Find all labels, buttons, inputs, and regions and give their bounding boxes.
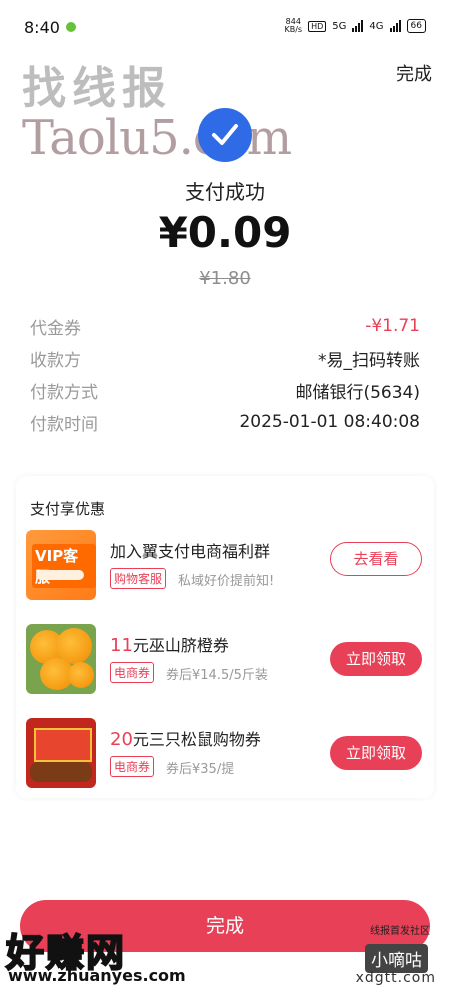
promo-item-title: 加入翼支付电商福利群 [110,542,271,561]
detail-row-payee: 收款方 *易_扫码转账 [30,342,420,374]
promo-item-tag: 购物客服 [110,568,167,589]
payment-result-page: 8:40 844 KB/s HD 5G 4G 66 找线报 Taolu5.com… [0,0,450,1000]
network-type-2: 4G [369,20,384,32]
signal-icon-2 [389,20,401,32]
network-type-1: 5G [332,20,347,32]
promo-item-group[interactable]: VIP客服 加入翼支付电商福利群 购物客服 私域好价提前知! 去看看 [26,530,422,604]
detail-value: *易_扫码转账 [318,350,420,371]
coupon-title: 元三只松鼠购物券 [132,730,261,749]
coupon-title: 元巫山脐橙券 [132,636,229,655]
watermark-top-cn: 找线报 [22,63,172,114]
watermark-bottom-right-mid: 小嘀咕 [365,944,428,973]
detail-row-time: 付款时间 2025-01-01 08:40:08 [30,406,420,438]
detail-label: 付款时间 [30,414,98,435]
vip-service-thumbnail: VIP客服 [26,530,96,600]
network-speed-unit: KB/s [284,25,303,34]
status-bar: 8:40 844 KB/s HD 5G 4G 66 [0,0,450,56]
success-check-icon [198,108,252,162]
gift-box-thumbnail [26,718,96,788]
network-speed: 844 KB/s [285,18,303,34]
claim-button[interactable]: 立即领取 [330,642,422,676]
coupon-value: 11 [110,635,133,656]
hd-icon: HD [308,20,327,32]
claim-button[interactable]: 立即领取 [330,736,422,770]
promo-item-desc: 私域好价提前知! [178,574,275,589]
status-indicators: 844 KB/s HD 5G 4G 66 [285,18,426,34]
paid-amount: ¥0.09 [158,208,292,257]
detail-value: 邮储银行(5634) [295,382,420,403]
status-time: 8:40 [24,18,60,37]
promo-item-desc: 券后¥14.5/5斤装 [166,668,268,683]
detail-label: 收款方 [30,350,81,371]
promo-item-orange[interactable]: 11元巫山脐橙券 电商券 券后¥14.5/5斤装 立即领取 [26,624,422,698]
detail-row-method: 付款方式 邮储银行(5634) [30,374,420,406]
detail-value: 2025-01-01 08:40:08 [239,412,420,432]
detail-label: 付款方式 [30,382,98,403]
vip-thumb-badge [36,570,84,580]
watermark-bottom-right-url: xdgtt.com [355,970,436,986]
detail-value: -¥1.71 [365,316,420,336]
watermark-bottom-left-url: www.zhuanyes.com [8,966,186,985]
orange-thumbnail [26,624,96,694]
view-button[interactable]: 去看看 [330,542,422,576]
top-done-button[interactable]: 完成 [396,60,432,86]
promo-card: 支付享优惠 VIP客服 加入翼支付电商福利群 购物客服 私域好价提前知! 去看看… [16,476,434,798]
detail-row-voucher: 代金券 -¥1.71 [30,310,420,342]
watermark-bottom-right-top: 线报首发社区 [370,926,430,937]
promo-item-desc: 券后¥35/提 [166,762,235,777]
signal-icon [352,20,364,32]
promo-item-title: 20元三只松鼠购物券 [110,726,261,750]
coupon-value: 20 [110,729,133,750]
promo-item-title: 11元巫山脐橙券 [110,632,229,656]
battery-icon: 66 [406,19,426,33]
detail-label: 代金券 [30,318,81,339]
vip-thumb-text: VIP客服 [32,544,96,588]
promo-item-tag: 电商券 [110,756,155,777]
wechat-notification-icon [66,22,76,32]
promo-title: 支付享优惠 [30,500,106,518]
payment-details: 代金券 -¥1.71 收款方 *易_扫码转账 付款方式 邮储银行(5634) 付… [30,310,420,438]
promo-item-tag: 电商券 [110,662,155,683]
payment-success-title: 支付成功 [185,180,265,204]
original-amount: ¥1.80 [199,268,251,289]
promo-item-squirrel[interactable]: 20元三只松鼠购物券 电商券 券后¥35/提 立即领取 [26,718,422,792]
